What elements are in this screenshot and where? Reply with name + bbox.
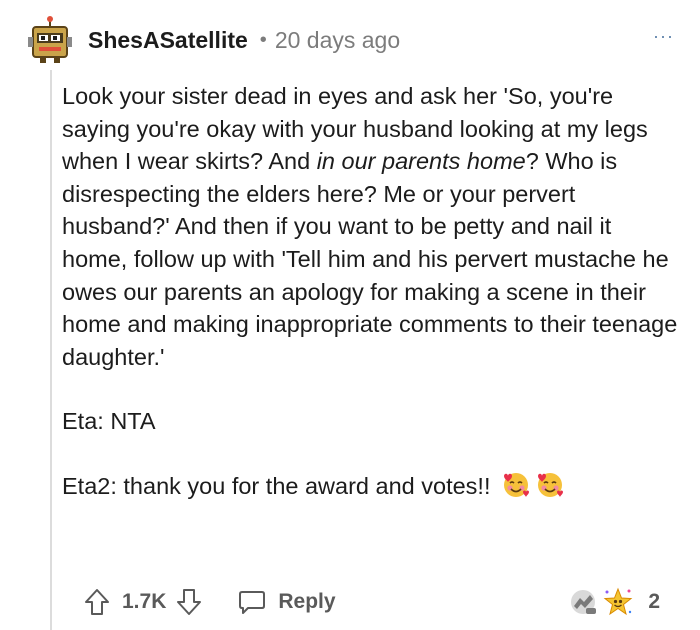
helpful-award-icon (571, 590, 597, 614)
user-avatar[interactable] (26, 15, 76, 65)
separator-dot: • (259, 28, 267, 51)
comment-body: Look your sister dead in eyes and ask he… (62, 80, 682, 503)
smiling-face-with-hearts-icon (504, 472, 530, 497)
upvote-arrow-icon (85, 589, 109, 615)
vote-count: 1.7K (122, 590, 167, 613)
downvote-arrow-icon (177, 589, 202, 615)
comment-paragraph: Eta2: thank you for the award and votes!… (62, 470, 682, 503)
downvote-button[interactable] (176, 588, 202, 616)
comment-paragraph: Eta: NTA (62, 408, 156, 435)
reply-bubble-icon (239, 591, 266, 614)
more-options-button[interactable]: ··· (653, 26, 674, 47)
awards-section[interactable]: 2 (566, 584, 660, 620)
award-count: 2 (648, 590, 660, 613)
upvote-button[interactable] (84, 588, 110, 616)
wholesome-star-award-icon (603, 587, 633, 616)
reply-button[interactable]: Reply (238, 589, 336, 615)
italic-text: in our parents home (316, 148, 526, 175)
reply-label: Reply (278, 590, 336, 613)
username[interactable]: ShesASatellite (88, 27, 248, 54)
smiling-face-with-hearts-icon (538, 472, 564, 497)
comment-header: ShesASatellite • 20 days ago ··· (26, 14, 680, 66)
thread-line (50, 70, 52, 630)
comment-actions: 1.7K Reply 2 (84, 584, 690, 620)
paragraph-text: ? Who is disrespecting the elders here? … (62, 148, 678, 370)
comment-paragraph: Look your sister dead in eyes and ask he… (62, 80, 682, 373)
comment-timestamp: 20 days ago (274, 26, 401, 53)
paragraph-text: Eta2: thank you for the award and votes!… (62, 472, 491, 499)
